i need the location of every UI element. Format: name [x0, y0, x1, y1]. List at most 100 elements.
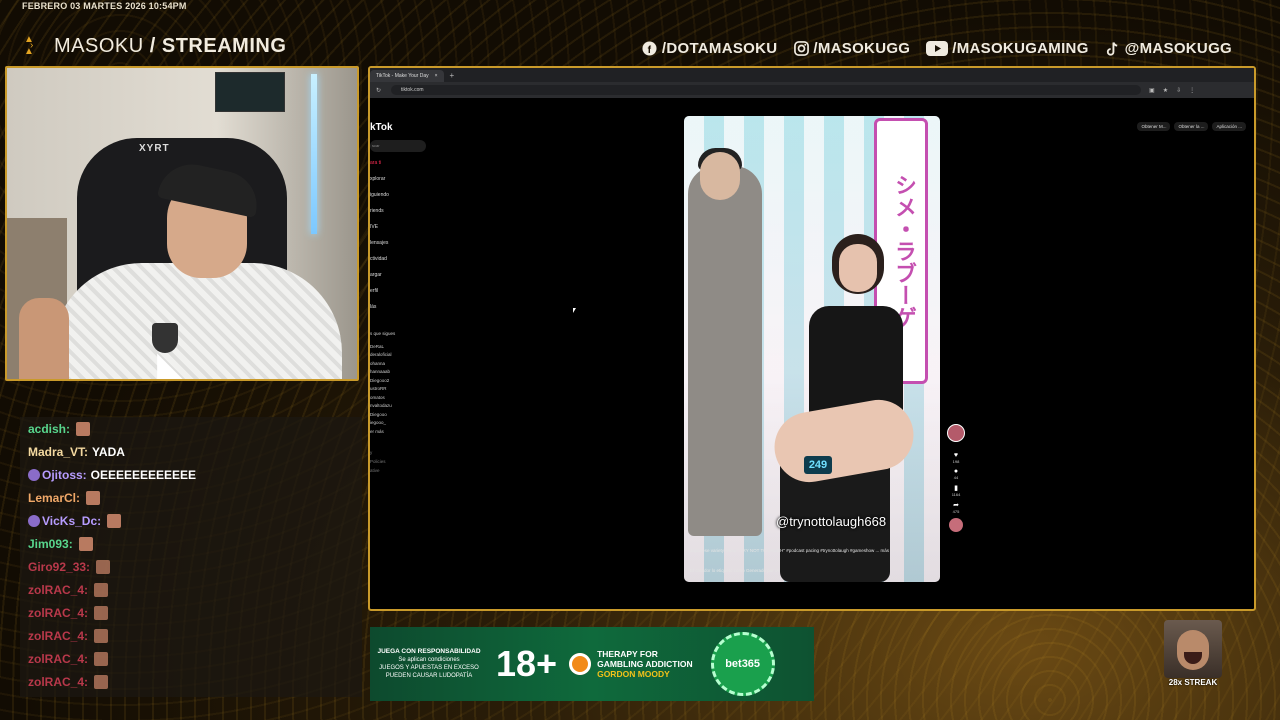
- following-item[interactable]: hannaaab: [370, 368, 395, 377]
- extension-icon[interactable]: ▣: [1149, 87, 1155, 94]
- chat-username[interactable]: Madra_VT:: [28, 445, 88, 459]
- stream-brand: ▲ › ▲ MASOKU / STREAMING: [24, 34, 286, 58]
- chat-message: zolRAC_4:: [20, 670, 362, 693]
- tiktok-nav-item[interactable]: lensajes: [370, 240, 389, 256]
- tiktok-nav-item[interactable]: iguiendo: [370, 192, 389, 208]
- ad-disclaimer: JUEGA CON RESPONSABILIDAD Se aplican con…: [370, 648, 488, 680]
- facebook-handle: /DOTAMASOKU: [661, 40, 778, 57]
- tiktok-video[interactable]: シメ・ラブーゲ 249 @trynottolaugh668 Japanese v…: [684, 116, 940, 582]
- following-item[interactable]: omatos: [370, 394, 395, 403]
- ad-line2: Se aplican condiciones: [398, 657, 460, 663]
- chat-text: YADA: [92, 444, 125, 459]
- wolf-logo-icon: ◣: [157, 341, 197, 381]
- download-icon[interactable]: ⇩: [1176, 87, 1181, 94]
- chat-username[interactable]: zolRAC_4:: [28, 583, 88, 597]
- sound-disc-icon[interactable]: [949, 518, 963, 532]
- tiktok-logo[interactable]: kTok: [370, 122, 393, 133]
- browser-tab[interactable]: TikTok - Make Your Day ×: [370, 70, 444, 82]
- bookmark-icon[interactable]: ▮: [954, 484, 958, 492]
- chat-message: zolRAC_4:: [20, 578, 362, 601]
- browser-address-bar: ↻ tiktok.com ▣ ★ ⇩ ⋮: [370, 82, 1254, 98]
- chat-username[interactable]: zolRAC_4:: [28, 652, 88, 666]
- following-item[interactable]: Diegooo2: [370, 377, 395, 386]
- brand-name: MASOKU: [54, 34, 144, 57]
- chat-username[interactable]: zolRAC_4:: [28, 629, 88, 643]
- chat-username[interactable]: LemarCl:: [28, 491, 80, 505]
- tiktok-search-input[interactable]: scar: [370, 140, 426, 152]
- share-count: 475: [952, 509, 960, 514]
- creator-avatar[interactable]: [947, 424, 965, 442]
- brand-chevron-icon: ▲ › ▲: [24, 34, 34, 57]
- heart-icon[interactable]: ♥: [954, 452, 958, 459]
- tiktok-nav-item[interactable]: ara ti: [370, 160, 389, 176]
- new-tab-button[interactable]: +: [450, 71, 455, 80]
- reload-icon[interactable]: ↻: [376, 87, 381, 94]
- video-contestant-face: [839, 244, 877, 292]
- menu-icon[interactable]: ⋮: [1189, 87, 1195, 94]
- following-item[interactable]: ustroRR: [370, 385, 395, 394]
- tab-close-icon[interactable]: ×: [435, 73, 438, 79]
- tiktok-nav-item[interactable]: lás: [370, 304, 389, 320]
- following-item[interactable]: deraloficial: [370, 351, 395, 360]
- streak-avatar: [1164, 620, 1222, 678]
- ad-age-limit: 18+: [496, 643, 558, 684]
- chat-username[interactable]: VicKs_Dc:: [42, 514, 101, 528]
- streamer-arm: [19, 298, 69, 379]
- bet365-ad-banner: JUEGA CON RESPONSABILIDAD Se aplican con…: [370, 627, 814, 701]
- get-app-button-3[interactable]: Aplicación ...: [1212, 122, 1246, 131]
- tab-title: TikTok - Make Your Day: [376, 73, 429, 79]
- ad-brand-chip: bet365: [710, 632, 775, 696]
- tiktok-nav-item[interactable]: erfil: [370, 288, 389, 304]
- gordon-moody-logo-icon: [569, 653, 592, 675]
- tiktok-footer: y Policies ative: [370, 448, 386, 475]
- chat-message: Ojitoss: OEEEEEEEEEEEE: [20, 463, 362, 486]
- following-item[interactable]: DeRaL: [370, 343, 395, 352]
- video-watermark: @trynottolaugh668: [776, 514, 887, 529]
- get-app-button-1[interactable]: Obtener M...: [1137, 122, 1171, 131]
- chat-message: zolRAC_4:: [20, 647, 362, 670]
- get-app-button-2[interactable]: Obtener la ...: [1174, 122, 1209, 131]
- chat-username[interactable]: acdish:: [28, 422, 70, 436]
- ad-therapy: THERAPY FOR GAMBLING ADDICTION GORDON MO…: [597, 649, 693, 679]
- tiktok-nav-item[interactable]: IVE: [370, 224, 389, 240]
- social-tiktok: @MASOKUGG: [1105, 40, 1232, 57]
- chat-emote-icon: [94, 651, 109, 666]
- chat-username[interactable]: Jim093:: [28, 537, 73, 551]
- chat-username[interactable]: Ojitoss:: [42, 468, 87, 482]
- chat-username[interactable]: Giro92_33:: [28, 560, 90, 574]
- following-item[interactable]: nvaltodazu: [370, 402, 395, 411]
- video-ai-note: El creador lo etiquetó como Generado por…: [690, 568, 780, 573]
- mouse-cursor-icon: [573, 308, 576, 313]
- subscriber-badge-icon: [28, 468, 40, 481]
- following-item[interactable]: iegooo_: [370, 419, 395, 428]
- tiktok-nav-item[interactable]: argar: [370, 272, 389, 288]
- comment-count: 44: [953, 475, 959, 480]
- video-caption[interactable]: Japanese variety show " TRY NOT TO LAUGH…: [690, 548, 934, 554]
- machine-display: 249: [804, 456, 832, 474]
- chat-message: Jim093:: [20, 532, 362, 555]
- comment-icon[interactable]: ●: [954, 468, 958, 475]
- tiktok-nav-item[interactable]: riends: [370, 208, 389, 224]
- get-app-buttons: Obtener M... Obtener la ... Aplicación .…: [1137, 122, 1246, 131]
- bookmark-star-icon[interactable]: ★: [1163, 87, 1168, 94]
- chat-username[interactable]: zolRAC_4:: [28, 606, 88, 620]
- chat-username[interactable]: zolRAC_4:: [28, 675, 88, 689]
- share-icon[interactable]: ➦: [953, 501, 959, 509]
- streak-widget: 28x STREAK: [1164, 620, 1222, 690]
- footer-link[interactable]: Policies: [370, 457, 386, 466]
- following-item[interactable]: er más: [370, 428, 395, 437]
- instagram-icon: [793, 41, 809, 57]
- browser-tab-bar: TikTok - Make Your Day × +: [370, 68, 1254, 82]
- chat-message: zolRAC_4:: [20, 601, 362, 624]
- tiktok-icon: [1105, 41, 1121, 57]
- chat-emote-icon: [94, 674, 109, 689]
- footer-link[interactable]: y: [370, 448, 386, 457]
- tiktok-nav-item[interactable]: ctividad: [370, 256, 389, 272]
- following-item[interactable]: Diegooo: [370, 411, 395, 420]
- brand-title: MASOKU / STREAMING: [54, 35, 286, 58]
- url-field[interactable]: tiktok.com: [391, 85, 1142, 95]
- following-item[interactable]: ohanna: [370, 360, 395, 369]
- tiktok-nav-item[interactable]: xplorar: [370, 176, 389, 192]
- footer-link[interactable]: ative: [370, 466, 386, 475]
- chat-emote-icon: [107, 513, 122, 528]
